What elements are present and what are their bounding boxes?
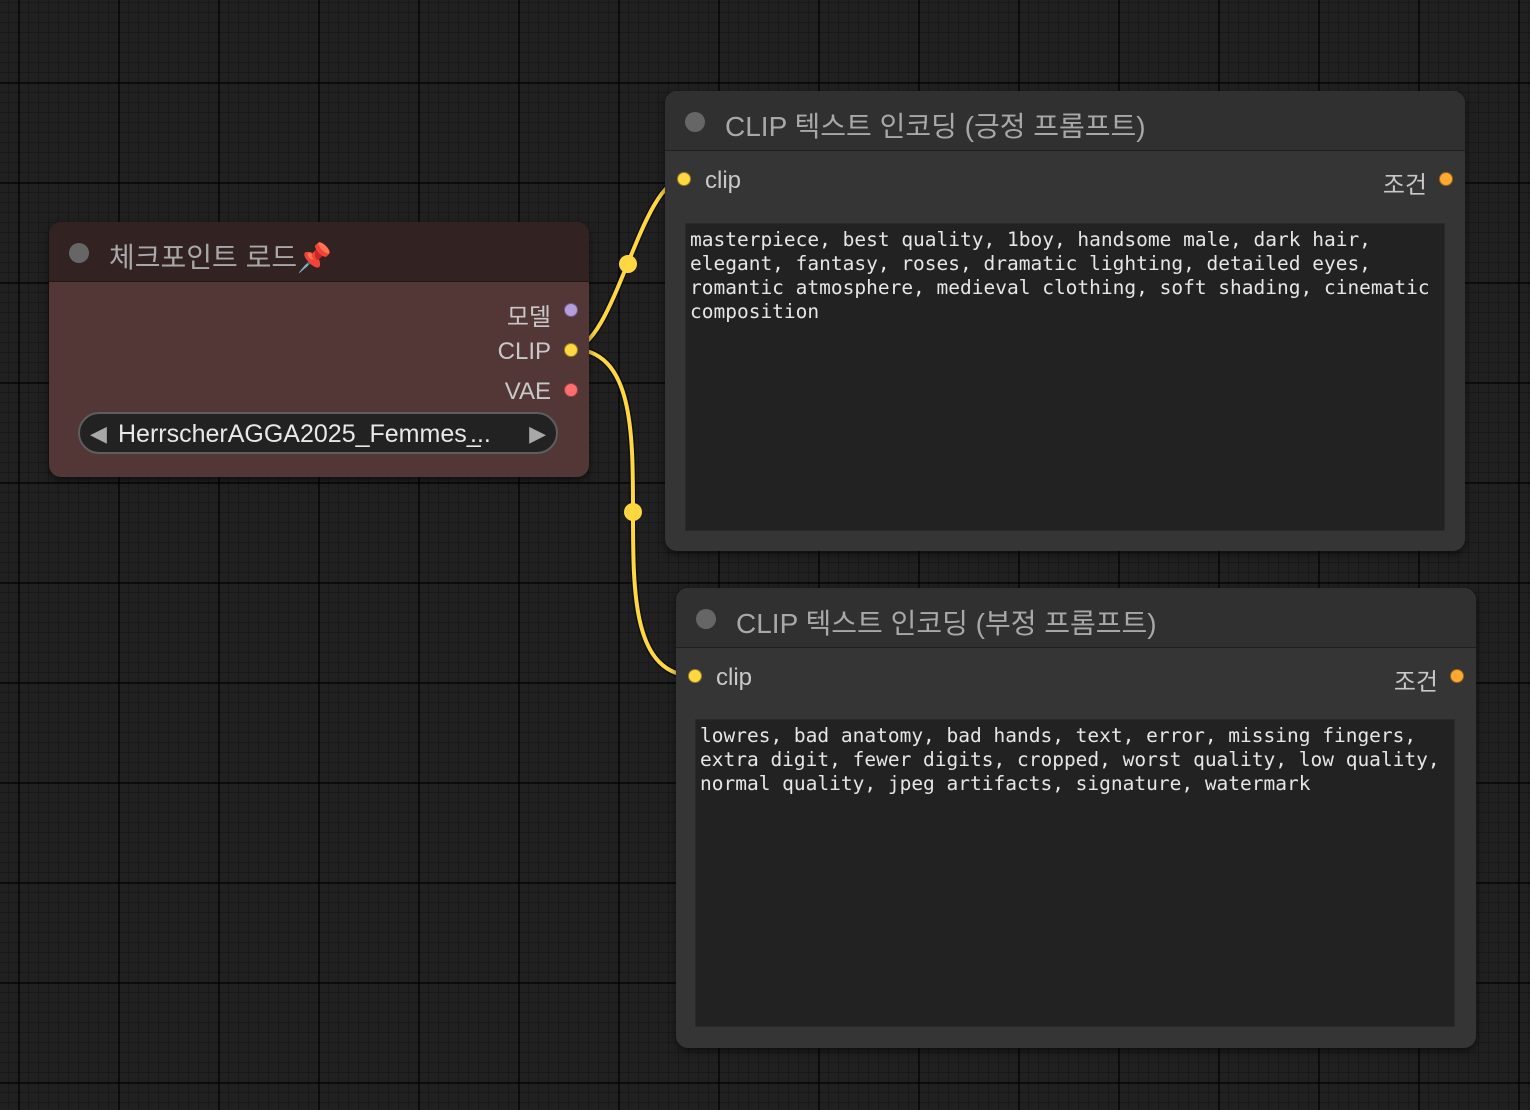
output-conditioning-dot-icon[interactable] xyxy=(1450,669,1464,683)
positive-prompt-node[interactable]: CLIP 텍스트 인코딩 (긍정 프롬프트) clip 조건 masterpie… xyxy=(665,91,1465,551)
node-title: 체크포인트 로드📌 xyxy=(109,242,332,273)
output-conditioning-label: 조건 xyxy=(1382,172,1427,199)
output-vae-dot-icon[interactable] xyxy=(564,383,578,397)
positive-prompt-textarea[interactable]: masterpiece, best quality, 1boy, handsom… xyxy=(685,223,1445,531)
node-title: CLIP 텍스트 인코딩 (부정 프롬프트) xyxy=(736,608,1157,639)
output-conditioning-label: 조건 xyxy=(1393,669,1438,696)
output-clip-label: CLIP xyxy=(497,338,551,365)
input-clip-label: clip xyxy=(705,167,742,194)
negative-prompt-node[interactable]: CLIP 텍스트 인코딩 (부정 프롬프트) clip 조건 lowres, b… xyxy=(676,588,1476,1048)
checkpoint-select-value: HerrscherAGGA2025_Femmes_ xyxy=(118,420,481,448)
node-title-bar[interactable]: CLIP 텍스트 인코딩 (부정 프롬프트) xyxy=(676,588,1476,648)
next-arrow-icon[interactable]: ▶ xyxy=(529,421,546,447)
output-conditioning-dot-icon[interactable] xyxy=(1439,172,1453,186)
checkpoint-loader-node[interactable]: 체크포인트 로드📌 모델 CLIP VAE ◀ HerrscherAGGA202… xyxy=(49,222,589,477)
checkpoint-select-ellipsis: ... xyxy=(470,420,491,448)
input-clip-dot-icon[interactable] xyxy=(688,669,702,683)
output-vae-label: VAE xyxy=(504,378,551,405)
node-title-bar[interactable]: 체크포인트 로드📌 xyxy=(49,222,589,282)
collapse-dot-icon[interactable] xyxy=(69,243,89,263)
input-clip-label: clip xyxy=(716,664,753,691)
previous-arrow-icon[interactable]: ◀ xyxy=(90,421,107,447)
link-midpoint-positive[interactable] xyxy=(619,255,637,273)
checkpoint-select[interactable]: ◀ HerrscherAGGA2025_Femmes_ ... ▶ xyxy=(78,412,558,454)
input-clip-dot-icon[interactable] xyxy=(677,172,691,186)
output-clip-dot-icon[interactable] xyxy=(564,343,578,357)
output-model-label: 모델 xyxy=(506,304,551,331)
node-title: CLIP 텍스트 인코딩 (긍정 프롬프트) xyxy=(725,111,1146,142)
link-midpoint-negative[interactable] xyxy=(624,503,642,521)
collapse-dot-icon[interactable] xyxy=(696,609,716,629)
output-model-dot-icon[interactable] xyxy=(564,303,578,317)
node-title-bar[interactable]: CLIP 텍스트 인코딩 (긍정 프롬프트) xyxy=(665,91,1465,151)
collapse-dot-icon[interactable] xyxy=(685,112,705,132)
negative-prompt-textarea[interactable]: lowres, bad anatomy, bad hands, text, er… xyxy=(695,719,1455,1027)
